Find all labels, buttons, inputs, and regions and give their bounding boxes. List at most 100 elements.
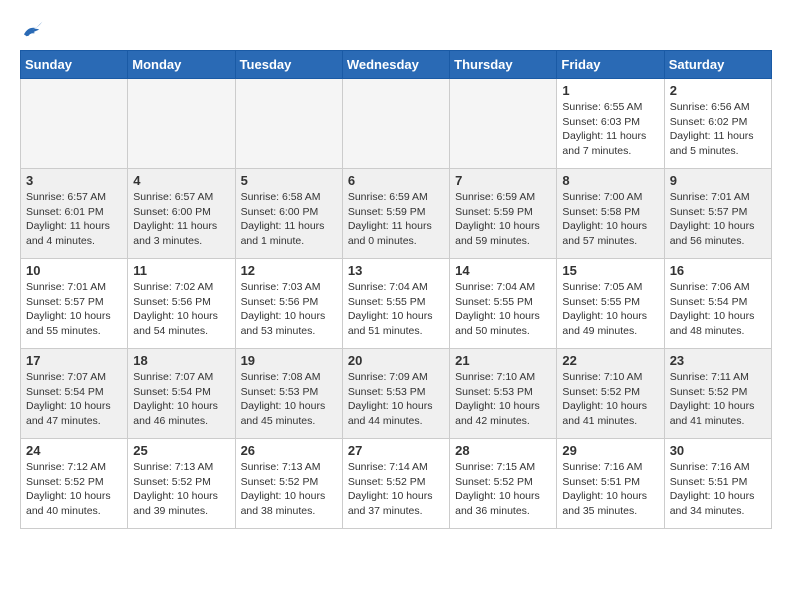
logo-bird-icon — [20, 20, 44, 40]
day-number: 8 — [562, 173, 658, 188]
day-number: 19 — [241, 353, 337, 368]
calendar-cell: 21Sunrise: 7:10 AM Sunset: 5:53 PM Dayli… — [450, 349, 557, 439]
day-number: 16 — [670, 263, 766, 278]
calendar-cell — [450, 79, 557, 169]
day-number: 15 — [562, 263, 658, 278]
calendar-cell: 18 Sunrise: 7:07 AM Sunset: 5:54 PM Dayli… — [128, 349, 235, 439]
calendar-week-row: 3Sunrise: 6:57 AM Sunset: 6:01 PM Daylig… — [21, 169, 772, 259]
calendar-cell: 11 Sunrise: 7:02 AM Sunset: 5:56 PM Dayli… — [128, 259, 235, 349]
day-number: 27 — [348, 443, 444, 458]
day-info: Sunrise: 7:05 AM Sunset: 5:55 PM Dayligh… — [562, 280, 658, 339]
day-info: Sunrise: 7:07 AM Sunset: 5:54 PM Dayligh… — [26, 370, 122, 429]
calendar-cell — [21, 79, 128, 169]
weekday-header-friday: Friday — [557, 51, 664, 79]
day-info: Sunrise: 7:16 AM Sunset: 5:51 PM Dayligh… — [670, 460, 766, 519]
calendar-cell: 13 Sunrise: 7:04 AM Sunset: 5:55 PM Dayli… — [342, 259, 449, 349]
weekday-header-saturday: Saturday — [664, 51, 771, 79]
day-info: Sunrise: 7:03 AM Sunset: 5:56 PM Dayligh… — [241, 280, 337, 339]
weekday-header-row: SundayMondayTuesdayWednesdayThursdayFrid… — [21, 51, 772, 79]
calendar-cell: 16 Sunrise: 7:06 AM Sunset: 5:54 PM Dayli… — [664, 259, 771, 349]
day-info: Sunrise: 7:01 AM Sunset: 5:57 PM Dayligh… — [26, 280, 122, 339]
logo — [20, 20, 48, 40]
day-number: 11 — [133, 263, 229, 278]
calendar-cell: 3Sunrise: 6:57 AM Sunset: 6:01 PM Daylig… — [21, 169, 128, 259]
calendar-cell: 30 Sunrise: 7:16 AM Sunset: 5:51 PM Dayli… — [664, 439, 771, 529]
calendar-cell: 14Sunrise: 7:04 AM Sunset: 5:55 PM Dayli… — [450, 259, 557, 349]
day-number: 29 — [562, 443, 658, 458]
day-info: Sunrise: 6:59 AM Sunset: 5:59 PM Dayligh… — [348, 190, 444, 249]
day-number: 22 — [562, 353, 658, 368]
day-number: 9 — [670, 173, 766, 188]
day-info: Sunrise: 7:06 AM Sunset: 5:54 PM Dayligh… — [670, 280, 766, 339]
day-info: Sunrise: 6:57 AM Sunset: 6:01 PM Dayligh… — [26, 190, 122, 249]
calendar-cell: 29 Sunrise: 7:16 AM Sunset: 5:51 PM Dayli… — [557, 439, 664, 529]
day-info: Sunrise: 7:13 AM Sunset: 5:52 PM Dayligh… — [133, 460, 229, 519]
day-info: Sunrise: 7:01 AM Sunset: 5:57 PM Dayligh… — [670, 190, 766, 249]
calendar-cell — [128, 79, 235, 169]
calendar-week-row: 17 Sunrise: 7:07 AM Sunset: 5:54 PM Dayli… — [21, 349, 772, 439]
calendar-week-row: 10 Sunrise: 7:01 AM Sunset: 5:57 PM Dayli… — [21, 259, 772, 349]
calendar-table: SundayMondayTuesdayWednesdayThursdayFrid… — [20, 50, 772, 529]
day-info: Sunrise: 6:55 AM Sunset: 6:03 PM Dayligh… — [562, 100, 658, 159]
calendar-cell: 25 Sunrise: 7:13 AM Sunset: 5:52 PM Dayli… — [128, 439, 235, 529]
day-number: 24 — [26, 443, 122, 458]
day-number: 30 — [670, 443, 766, 458]
day-number: 28 — [455, 443, 551, 458]
day-number: 13 — [348, 263, 444, 278]
calendar-cell: 7 Sunrise: 6:59 AM Sunset: 5:59 PM Daylig… — [450, 169, 557, 259]
day-number: 5 — [241, 173, 337, 188]
day-info: Sunrise: 7:15 AM Sunset: 5:52 PM Dayligh… — [455, 460, 551, 519]
day-info: Sunrise: 6:57 AM Sunset: 6:00 PM Dayligh… — [133, 190, 229, 249]
day-number: 2 — [670, 83, 766, 98]
day-info: Sunrise: 7:08 AM Sunset: 5:53 PM Dayligh… — [241, 370, 337, 429]
calendar-cell: 23 Sunrise: 7:11 AM Sunset: 5:52 PM Dayli… — [664, 349, 771, 439]
day-info: Sunrise: 7:11 AM Sunset: 5:52 PM Dayligh… — [670, 370, 766, 429]
day-number: 10 — [26, 263, 122, 278]
page-header — [20, 20, 772, 40]
calendar-cell: 1 Sunrise: 6:55 AM Sunset: 6:03 PM Daylig… — [557, 79, 664, 169]
calendar-cell: 2 Sunrise: 6:56 AM Sunset: 6:02 PM Daylig… — [664, 79, 771, 169]
day-info: Sunrise: 7:10 AM Sunset: 5:52 PM Dayligh… — [562, 370, 658, 429]
day-number: 1 — [562, 83, 658, 98]
weekday-header-monday: Monday — [128, 51, 235, 79]
day-info: Sunrise: 7:07 AM Sunset: 5:54 PM Dayligh… — [133, 370, 229, 429]
day-number: 23 — [670, 353, 766, 368]
day-info: Sunrise: 7:02 AM Sunset: 5:56 PM Dayligh… — [133, 280, 229, 339]
day-number: 4 — [133, 173, 229, 188]
calendar-cell: 5 Sunrise: 6:58 AM Sunset: 6:00 PM Daylig… — [235, 169, 342, 259]
day-info: Sunrise: 6:59 AM Sunset: 5:59 PM Dayligh… — [455, 190, 551, 249]
calendar-cell: 9 Sunrise: 7:01 AM Sunset: 5:57 PM Daylig… — [664, 169, 771, 259]
day-info: Sunrise: 7:16 AM Sunset: 5:51 PM Dayligh… — [562, 460, 658, 519]
day-info: Sunrise: 7:00 AM Sunset: 5:58 PM Dayligh… — [562, 190, 658, 249]
calendar-cell: 15 Sunrise: 7:05 AM Sunset: 5:55 PM Dayli… — [557, 259, 664, 349]
calendar-cell: 10 Sunrise: 7:01 AM Sunset: 5:57 PM Dayli… — [21, 259, 128, 349]
calendar-week-row: 1 Sunrise: 6:55 AM Sunset: 6:03 PM Daylig… — [21, 79, 772, 169]
calendar-week-row: 24Sunrise: 7:12 AM Sunset: 5:52 PM Dayli… — [21, 439, 772, 529]
weekday-header-thursday: Thursday — [450, 51, 557, 79]
day-number: 6 — [348, 173, 444, 188]
day-info: Sunrise: 7:04 AM Sunset: 5:55 PM Dayligh… — [348, 280, 444, 339]
day-info: Sunrise: 6:58 AM Sunset: 6:00 PM Dayligh… — [241, 190, 337, 249]
day-info: Sunrise: 6:56 AM Sunset: 6:02 PM Dayligh… — [670, 100, 766, 159]
calendar-cell: 4 Sunrise: 6:57 AM Sunset: 6:00 PM Daylig… — [128, 169, 235, 259]
calendar-cell: 26 Sunrise: 7:13 AM Sunset: 5:52 PM Dayli… — [235, 439, 342, 529]
day-number: 18 — [133, 353, 229, 368]
day-number: 17 — [26, 353, 122, 368]
calendar-cell: 28 Sunrise: 7:15 AM Sunset: 5:52 PM Dayli… — [450, 439, 557, 529]
day-info: Sunrise: 7:14 AM Sunset: 5:52 PM Dayligh… — [348, 460, 444, 519]
day-number: 26 — [241, 443, 337, 458]
day-number: 7 — [455, 173, 551, 188]
day-number: 20 — [348, 353, 444, 368]
calendar-cell: 20 Sunrise: 7:09 AM Sunset: 5:53 PM Dayli… — [342, 349, 449, 439]
day-info: Sunrise: 7:09 AM Sunset: 5:53 PM Dayligh… — [348, 370, 444, 429]
calendar-cell: 6 Sunrise: 6:59 AM Sunset: 5:59 PM Daylig… — [342, 169, 449, 259]
day-number: 12 — [241, 263, 337, 278]
day-info: Sunrise: 7:04 AM Sunset: 5:55 PM Dayligh… — [455, 280, 551, 339]
day-info: Sunrise: 7:13 AM Sunset: 5:52 PM Dayligh… — [241, 460, 337, 519]
day-info: Sunrise: 7:10 AM Sunset: 5:53 PM Dayligh… — [455, 370, 551, 429]
calendar-cell: 12 Sunrise: 7:03 AM Sunset: 5:56 PM Dayli… — [235, 259, 342, 349]
calendar-cell: 19 Sunrise: 7:08 AM Sunset: 5:53 PM Dayli… — [235, 349, 342, 439]
calendar-cell — [235, 79, 342, 169]
day-number: 25 — [133, 443, 229, 458]
calendar-cell: 8 Sunrise: 7:00 AM Sunset: 5:58 PM Daylig… — [557, 169, 664, 259]
